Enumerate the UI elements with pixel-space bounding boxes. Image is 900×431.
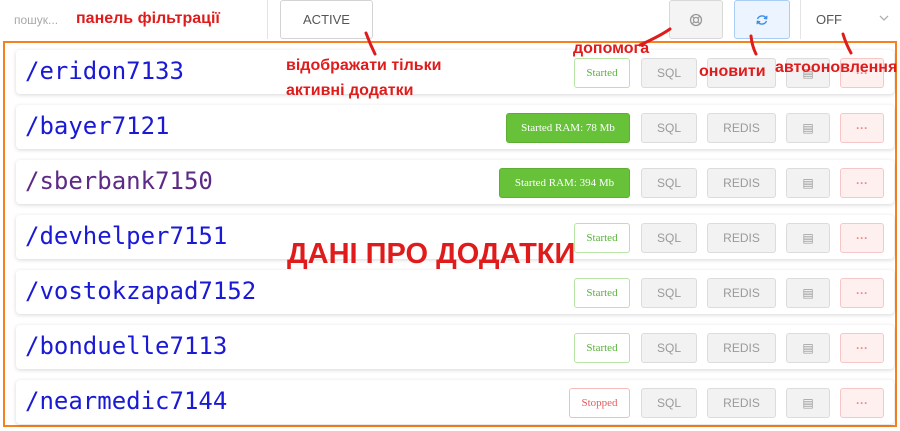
status-badge: Started <box>574 333 630 363</box>
annotation-active-only-line1: відображати тільки <box>286 57 442 74</box>
redis-button[interactable]: REDIS <box>707 223 776 253</box>
status-badge: Started <box>574 278 630 308</box>
logs-button[interactable]: ▤ <box>786 223 830 253</box>
sql-button[interactable]: SQL <box>641 278 697 308</box>
refresh-icon <box>756 14 768 25</box>
more-button[interactable]: ··· <box>840 168 884 198</box>
sql-button[interactable]: SQL <box>641 333 697 363</box>
app-link[interactable]: /devhelper7151 <box>25 222 227 250</box>
sql-button[interactable]: SQL <box>641 168 697 198</box>
app-row: /bayer7121 Started RAM: 78 Mb SQL REDIS … <box>16 105 894 149</box>
annotation-help: допомога <box>573 40 650 57</box>
redis-button[interactable]: REDIS <box>707 388 776 418</box>
document-icon: ▤ <box>802 121 814 135</box>
refresh-button[interactable] <box>734 0 790 39</box>
annotation-autorefresh: автооновлення <box>775 59 898 76</box>
app-link[interactable]: /bonduelle7113 <box>25 332 227 360</box>
sql-button[interactable]: SQL <box>641 58 697 88</box>
more-icon: ··· <box>856 286 868 300</box>
redis-button[interactable]: REDIS <box>707 278 776 308</box>
sql-button[interactable]: SQL <box>641 113 697 143</box>
more-icon: ··· <box>856 396 868 410</box>
app-link[interactable]: /nearmedic7144 <box>25 387 227 415</box>
document-icon: ▤ <box>802 396 814 410</box>
redis-button[interactable]: REDIS <box>707 113 776 143</box>
logs-button[interactable]: ▤ <box>786 168 830 198</box>
logs-button[interactable]: ▤ <box>786 278 830 308</box>
app-row: /bonduelle7113 Started SQL REDIS ▤ ··· <box>16 325 894 369</box>
redis-button[interactable]: REDIS <box>707 333 776 363</box>
more-button[interactable]: ··· <box>840 333 884 363</box>
logs-button[interactable]: ▤ <box>786 113 830 143</box>
more-button[interactable]: ··· <box>840 113 884 143</box>
app-link[interactable]: /bayer7121 <box>25 112 170 140</box>
annotation-apps-data: ДАНІ ПРО ДОДАТКИ <box>287 238 576 270</box>
sql-button[interactable]: SQL <box>641 223 697 253</box>
more-button[interactable]: ··· <box>840 278 884 308</box>
autorefresh-select[interactable]: OFF <box>800 0 900 39</box>
more-icon: ··· <box>856 231 868 245</box>
sql-button[interactable]: SQL <box>641 388 697 418</box>
app-link[interactable]: /vostokzapad7152 <box>25 277 256 305</box>
redis-button[interactable]: REDIS <box>707 168 776 198</box>
status-badge: Stopped <box>569 388 630 418</box>
annotation-filter-panel: панель фільтрації <box>76 10 220 27</box>
logs-button[interactable]: ▤ <box>786 333 830 363</box>
app-row: /sberbank7150 Started RAM: 394 Mb SQL RE… <box>16 160 894 204</box>
status-badge: Started RAM: 394 Mb <box>499 168 630 198</box>
status-badge: Started <box>574 223 630 253</box>
logs-button[interactable]: ▤ <box>786 388 830 418</box>
app-link[interactable]: /sberbank7150 <box>25 167 213 195</box>
more-button[interactable]: ··· <box>840 223 884 253</box>
document-icon: ▤ <box>802 176 814 190</box>
document-icon: ▤ <box>802 231 814 245</box>
more-icon: ··· <box>856 121 868 135</box>
active-filter-button[interactable]: ACTIVE <box>280 0 373 39</box>
chevron-down-icon <box>879 15 889 21</box>
app-row: /nearmedic7144 Stopped SQL REDIS ▤ ··· <box>16 380 894 424</box>
status-badge: Started RAM: 78 Mb <box>506 113 630 143</box>
annotation-active-only-line2: активні додатки <box>286 82 414 99</box>
annotation-refresh: оновити <box>699 63 766 80</box>
help-button[interactable] <box>669 0 723 39</box>
app-link[interactable]: /eridon7133 <box>25 57 184 85</box>
more-icon: ··· <box>856 176 868 190</box>
document-icon: ▤ <box>802 286 814 300</box>
document-icon: ▤ <box>802 341 814 355</box>
lifebuoy-icon <box>689 13 703 26</box>
status-badge: Started <box>574 58 630 88</box>
autorefresh-value: OFF <box>816 12 842 27</box>
more-button[interactable]: ··· <box>840 388 884 418</box>
app-row: /vostokzapad7152 Started SQL REDIS ▤ ··· <box>16 270 894 314</box>
apps-panel: /eridon7133 Started SQL ▤ ··· /bayer7121… <box>3 41 897 427</box>
more-icon: ··· <box>856 341 868 355</box>
